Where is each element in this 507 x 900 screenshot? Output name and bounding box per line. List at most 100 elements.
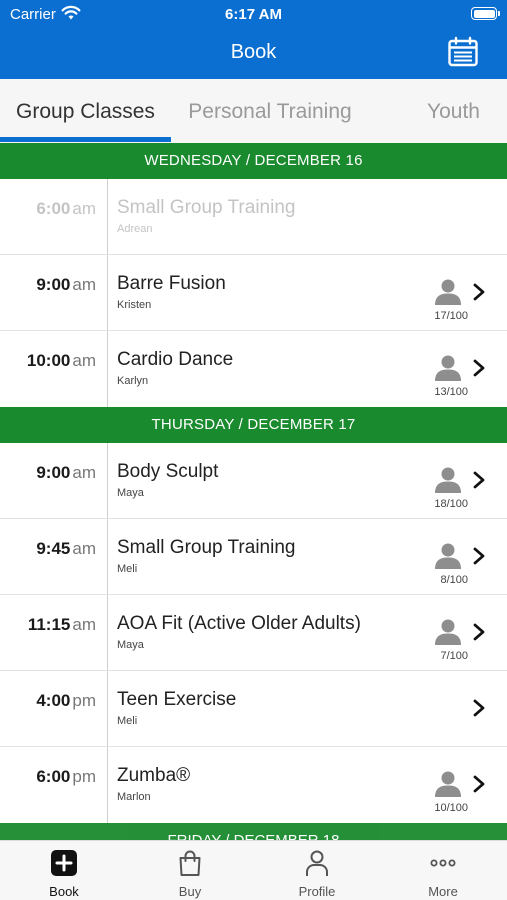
tabbar-book[interactable]: Book — [14, 841, 114, 900]
instructor-name: Karlyn — [117, 375, 149, 387]
class-row: 6:00 am Small Group Training Adrean — [0, 179, 507, 255]
class-time-value: 6:00 — [36, 767, 71, 786]
class-time: 6:00 am — [0, 199, 96, 219]
page-title: Book — [230, 41, 277, 63]
row-divider — [107, 671, 108, 746]
day-header: THURSDAY / DECEMBER 17 — [0, 407, 507, 443]
attendee-icon — [435, 355, 461, 381]
class-name: Barre Fusion — [117, 273, 226, 294]
class-time: 6:00 pm — [0, 767, 96, 787]
class-time: 11:15 am — [0, 615, 96, 635]
class-row[interactable]: 9:00 am Body Sculpt Maya 18/100 — [0, 443, 507, 519]
attendance-count: 18/100 — [434, 498, 468, 510]
row-divider — [107, 331, 108, 407]
shopping-bag-icon — [179, 850, 201, 876]
class-time-value: 6:00 — [36, 199, 71, 218]
row-divider — [107, 255, 108, 330]
attendee-icon — [435, 543, 461, 569]
class-name: AOA Fit (Active Older Adults) — [117, 613, 361, 634]
class-time-value: 11:15 — [27, 615, 71, 634]
tab-personal-training[interactable]: Personal Training — [171, 79, 369, 143]
plus-square-icon — [51, 850, 77, 876]
chevron-right-icon — [473, 775, 485, 793]
class-time: 9:45 am — [0, 539, 96, 559]
tab-youth[interactable]: Youth — [400, 79, 507, 143]
class-name: Small Group Training — [117, 197, 296, 218]
tabbar-more-label: More — [428, 884, 458, 899]
class-time-ampm: am — [72, 199, 96, 218]
class-time-ampm: pm — [72, 767, 96, 786]
status-bar: Carrier 6:17 AM — [0, 0, 507, 28]
class-name: Body Sculpt — [117, 461, 219, 482]
attendee-icon — [435, 279, 461, 305]
class-time: 4:00 pm — [0, 691, 96, 711]
app-header: Carrier 6:17 AM Book — [0, 0, 507, 79]
screen: Carrier 6:17 AM Book Group Classes Perso… — [0, 0, 507, 900]
row-divider — [107, 519, 108, 594]
class-time: 9:00 am — [0, 275, 96, 295]
tabbar-profile-label: Profile — [298, 884, 336, 899]
instructor-name: Marlon — [117, 791, 151, 803]
row-divider — [107, 595, 108, 670]
row-divider — [107, 179, 108, 254]
row-divider — [107, 443, 108, 518]
segment-tabs: Group Classes Personal Training Youth — [0, 79, 507, 143]
tab-group-classes[interactable]: Group Classes — [0, 79, 171, 143]
attendance-count: 17/100 — [434, 310, 468, 322]
class-schedule-list[interactable]: WEDNESDAY / DECEMBER 16 6:00 am Small Group… — [0, 143, 507, 840]
instructor-name: Meli — [117, 563, 138, 575]
chevron-right-icon — [473, 699, 485, 717]
row-divider — [107, 747, 108, 823]
class-row[interactable]: 10:00 am Cardio Dance Karlyn 13/100 — [0, 331, 507, 407]
instructor-name: Adrean — [117, 223, 153, 235]
bottom-tab-bar: Book Buy Profile More — [0, 840, 507, 900]
class-row[interactable]: 11:15 am AOA Fit (Active Older Adults) Maya… — [0, 595, 507, 671]
class-time-ampm: am — [72, 615, 96, 634]
battery-icon — [471, 7, 500, 20]
class-time-value: 10:00 — [26, 351, 71, 370]
day-header: WEDNESDAY / DECEMBER 16 — [0, 143, 507, 179]
class-row[interactable]: 4:00 pm Teen Exercise Meli — [0, 671, 507, 747]
class-time-value: 4:00 — [36, 691, 71, 710]
chevron-right-icon — [473, 283, 485, 301]
attendance-count: 10/100 — [434, 802, 468, 814]
class-row[interactable]: 9:00 am Barre Fusion Kristen 17/100 — [0, 255, 507, 331]
tabbar-book-label: Book — [49, 884, 79, 899]
chevron-right-icon — [473, 471, 485, 489]
class-row[interactable]: 9:45 am Small Group Training Meli 8/100 — [0, 519, 507, 595]
instructor-name: Maya — [117, 639, 144, 651]
person-icon — [306, 850, 328, 876]
tabbar-more[interactable]: More — [393, 841, 493, 900]
instructor-name: Meli — [117, 715, 138, 727]
class-name: Cardio Dance — [117, 349, 234, 370]
instructor-name: Maya — [117, 487, 144, 499]
attendance-count: 13/100 — [434, 386, 468, 398]
class-time-value: 9:00 — [36, 275, 71, 294]
attendee-icon — [435, 467, 461, 493]
class-time: 10:00 am — [0, 351, 96, 371]
instructor-name: Kristen — [117, 299, 152, 311]
class-name: Zumba® — [117, 765, 191, 786]
calendar-icon[interactable] — [447, 36, 479, 68]
tabbar-buy[interactable]: Buy — [140, 841, 240, 900]
attendee-icon — [435, 619, 461, 645]
day-header: FRIDAY / DECEMBER 18 — [0, 823, 507, 840]
status-time: 6:17 AM — [225, 6, 282, 23]
tabbar-profile[interactable]: Profile — [267, 841, 367, 900]
active-tab-indicator — [0, 137, 171, 142]
class-time-ampm: am — [72, 463, 96, 482]
chevron-right-icon — [473, 623, 485, 641]
class-time-ampm: am — [72, 539, 96, 558]
attendee-icon — [435, 771, 461, 797]
class-name: Teen Exercise — [117, 689, 237, 710]
chevron-right-icon — [473, 547, 485, 565]
more-dots-icon — [430, 859, 456, 867]
chevron-right-icon — [473, 359, 485, 377]
class-time-ampm: am — [72, 275, 96, 294]
class-time-value: 9:00 — [36, 463, 71, 482]
attendance-count: 7/100 — [440, 650, 468, 662]
class-row[interactable]: 6:00 pm Zumba® Marlon 10/100 — [0, 747, 507, 823]
class-time-ampm: pm — [72, 691, 96, 710]
attendance-count: 8/100 — [440, 574, 468, 586]
class-name: Small Group Training — [117, 537, 296, 558]
